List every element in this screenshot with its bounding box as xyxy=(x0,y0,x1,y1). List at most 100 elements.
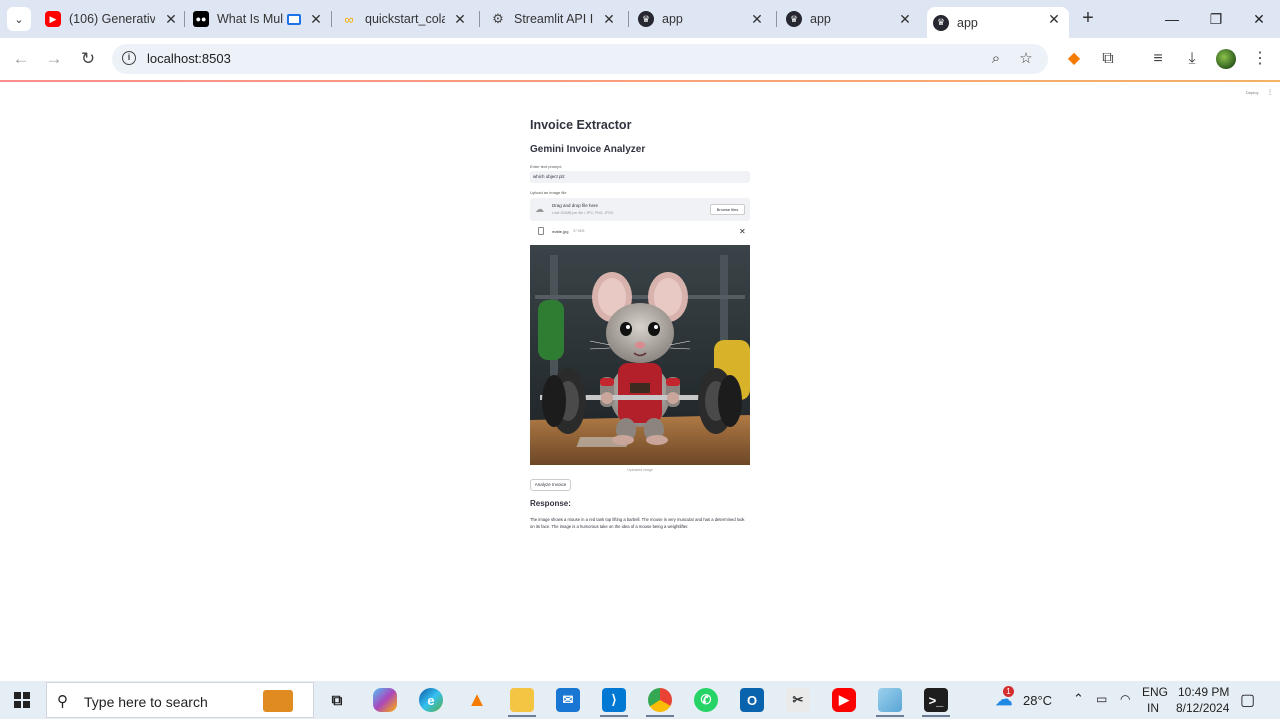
windows-taskbar: ⚲ Type here to search ⧉ e ▲ ✉ ⟩ ✆ O ✂ ▶ … xyxy=(0,681,1280,719)
tab-medium[interactable]: ●● What Is Mult ✕ xyxy=(193,7,325,31)
tab-separator xyxy=(479,11,480,27)
reload-button[interactable]: ↻ xyxy=(77,48,99,70)
tab-title: app xyxy=(662,12,683,26)
file-uploader-dropzone[interactable]: ☁ Drag and drop file here Limit 200MB pe… xyxy=(530,198,750,221)
openai-icon: ⚙ xyxy=(492,11,504,26)
terminal-icon[interactable]: >_ xyxy=(922,688,950,717)
tab-app-active[interactable]: ♛ app ✕ xyxy=(927,7,1069,38)
youtube-icon: ▶ xyxy=(45,11,61,27)
taskbar-search-box[interactable]: ⚲ Type here to search xyxy=(46,682,314,718)
snipping-tool-icon[interactable]: ✂ xyxy=(786,688,810,712)
deploy-button[interactable]: Deploy xyxy=(1246,90,1258,95)
task-view-icon[interactable]: ⧉ xyxy=(325,688,349,712)
tab-title: (106) Generative xyxy=(69,12,155,26)
mail-icon[interactable]: ✉ xyxy=(556,688,580,712)
upload-limit-text: Limit 200MB per file • JPG, PNG, JPEG xyxy=(552,211,614,215)
response-heading: Response: xyxy=(530,499,571,508)
bookmark-star-icon[interactable]: ☆ xyxy=(1017,50,1035,68)
edge-browser-icon[interactable]: e xyxy=(419,688,443,712)
tab-search-button[interactable]: ⌄ xyxy=(7,7,31,31)
close-icon[interactable]: ✕ xyxy=(451,10,469,28)
notepad-icon[interactable] xyxy=(876,688,904,717)
url-text[interactable]: localhost:8503 xyxy=(147,51,231,66)
close-icon[interactable]: ✕ xyxy=(600,10,618,28)
tab-separator xyxy=(184,11,185,27)
image-caption: Uploaded image xyxy=(627,468,653,472)
language-bottom[interactable]: IN xyxy=(1147,701,1159,715)
vlc-icon[interactable]: ▲ xyxy=(465,688,489,712)
site-info-icon[interactable]: i xyxy=(122,51,136,65)
prompt-input[interactable]: which object plz xyxy=(530,171,750,183)
close-icon[interactable]: ✕ xyxy=(896,10,914,28)
tab-app-2[interactable]: ♛ app ✕ xyxy=(786,7,914,31)
extensions-puzzle-icon[interactable]: ⧉ xyxy=(1097,48,1119,70)
close-icon[interactable]: ✕ xyxy=(748,10,766,28)
response-text: The image shows a mouse in a red tank to… xyxy=(530,517,745,529)
prompt-input-value[interactable]: which object plz xyxy=(533,174,565,179)
page-subheader: Gemini Invoice Analyzer xyxy=(530,144,646,155)
close-icon[interactable]: ✕ xyxy=(307,10,325,28)
new-tab-button[interactable]: + xyxy=(1078,8,1098,28)
close-icon[interactable]: ✕ xyxy=(162,10,180,28)
restore-button[interactable]: ❐ xyxy=(1206,10,1226,28)
extension-icon[interactable]: ◆ xyxy=(1063,48,1085,70)
media-control-icon[interactable]: ≡ xyxy=(1147,48,1169,70)
chevron-down-icon: ⌄ xyxy=(14,13,24,26)
forward-button[interactable]: → xyxy=(43,48,65,70)
notification-icon[interactable]: ▢ xyxy=(1240,690,1255,710)
streamlit-crown-icon: ♛ xyxy=(933,14,949,31)
tab-title: Streamlit API Int xyxy=(514,12,594,26)
battery-icon[interactable]: ▭ xyxy=(1096,692,1107,706)
weather-temp[interactable]: 28°C xyxy=(1023,693,1052,708)
page-title: Invoice Extractor xyxy=(530,118,632,132)
cloud-upload-icon: ☁ xyxy=(535,204,544,214)
file-explorer-icon[interactable] xyxy=(508,688,536,717)
clock-time[interactable]: 10:49 PM xyxy=(1178,685,1229,699)
streamlit-crown-icon: ♛ xyxy=(638,11,654,27)
outlook-icon[interactable]: O xyxy=(740,688,764,712)
more-menu-icon[interactable]: ⋮ xyxy=(1249,48,1271,70)
uploaded-file-name: matte.jpg xyxy=(552,229,569,234)
address-bar[interactable]: i localhost:8503 ⌕ ☆ xyxy=(112,44,1048,74)
tab-streamlit-api[interactable]: ⚙ Streamlit API Int ✕ xyxy=(490,7,618,31)
tab-app-1[interactable]: ♛ app ✕ xyxy=(638,7,766,31)
file-icon xyxy=(538,227,544,235)
copilot-icon[interactable] xyxy=(373,688,397,712)
minimize-button[interactable]: — xyxy=(1162,10,1182,28)
uploaded-file-size: 97.5KB xyxy=(573,229,585,233)
wifi-icon[interactable]: ◠ xyxy=(1120,692,1130,706)
tab-youtube[interactable]: ▶ (106) Generative ✕ xyxy=(45,7,180,31)
tray-overflow-icon[interactable]: ⌃ xyxy=(1073,691,1084,707)
prompt-label: Enter text prompt: xyxy=(530,164,562,169)
streamlit-crown-icon: ♛ xyxy=(786,11,802,27)
language-top[interactable]: ENG xyxy=(1142,685,1168,699)
main-menu-icon[interactable]: ⋮ xyxy=(1267,89,1273,96)
tab-separator xyxy=(331,11,332,27)
uploaded-file-row: matte.jpg 97.5KB ✕ xyxy=(530,226,750,238)
whatsapp-icon[interactable]: ✆ xyxy=(694,688,718,712)
youtube-app-icon[interactable]: ▶ xyxy=(832,688,856,712)
tab-separator xyxy=(776,11,777,27)
profile-avatar[interactable] xyxy=(1216,49,1236,69)
upload-label: Upload an image file xyxy=(530,190,567,195)
tab-colab[interactable]: ∞ quickstart_colab ✕ xyxy=(341,7,469,31)
back-button[interactable]: ← xyxy=(10,48,32,70)
browser-toolbar: ← → ↻ i localhost:8503 ⌕ ☆ xyxy=(0,38,1280,80)
tab-title: app xyxy=(957,15,978,30)
download-icon[interactable]: ⤓ xyxy=(1181,48,1203,70)
remove-file-icon[interactable]: ✕ xyxy=(739,227,746,236)
close-icon[interactable]: ✕ xyxy=(1045,10,1063,28)
tab-separator xyxy=(628,11,629,27)
zoom-icon[interactable]: ⌕ xyxy=(987,50,1005,68)
search-icon: ⚲ xyxy=(57,693,68,710)
analyze-invoice-button[interactable]: Analyze Invoice xyxy=(530,479,571,491)
windows-start-icon[interactable] xyxy=(14,692,30,708)
weather-badge: 1 xyxy=(1003,686,1014,697)
browse-files-button[interactable]: Browse files xyxy=(710,204,745,215)
window-close-button[interactable]: ✕ xyxy=(1249,10,1269,28)
clock-date[interactable]: 8/12/2024 xyxy=(1176,701,1229,715)
taskbar-search-placeholder[interactable]: Type here to search xyxy=(84,694,208,710)
vscode-icon[interactable]: ⟩ xyxy=(600,688,628,717)
chrome-icon[interactable] xyxy=(646,688,674,717)
tab-title: quickstart_colab xyxy=(365,12,445,26)
